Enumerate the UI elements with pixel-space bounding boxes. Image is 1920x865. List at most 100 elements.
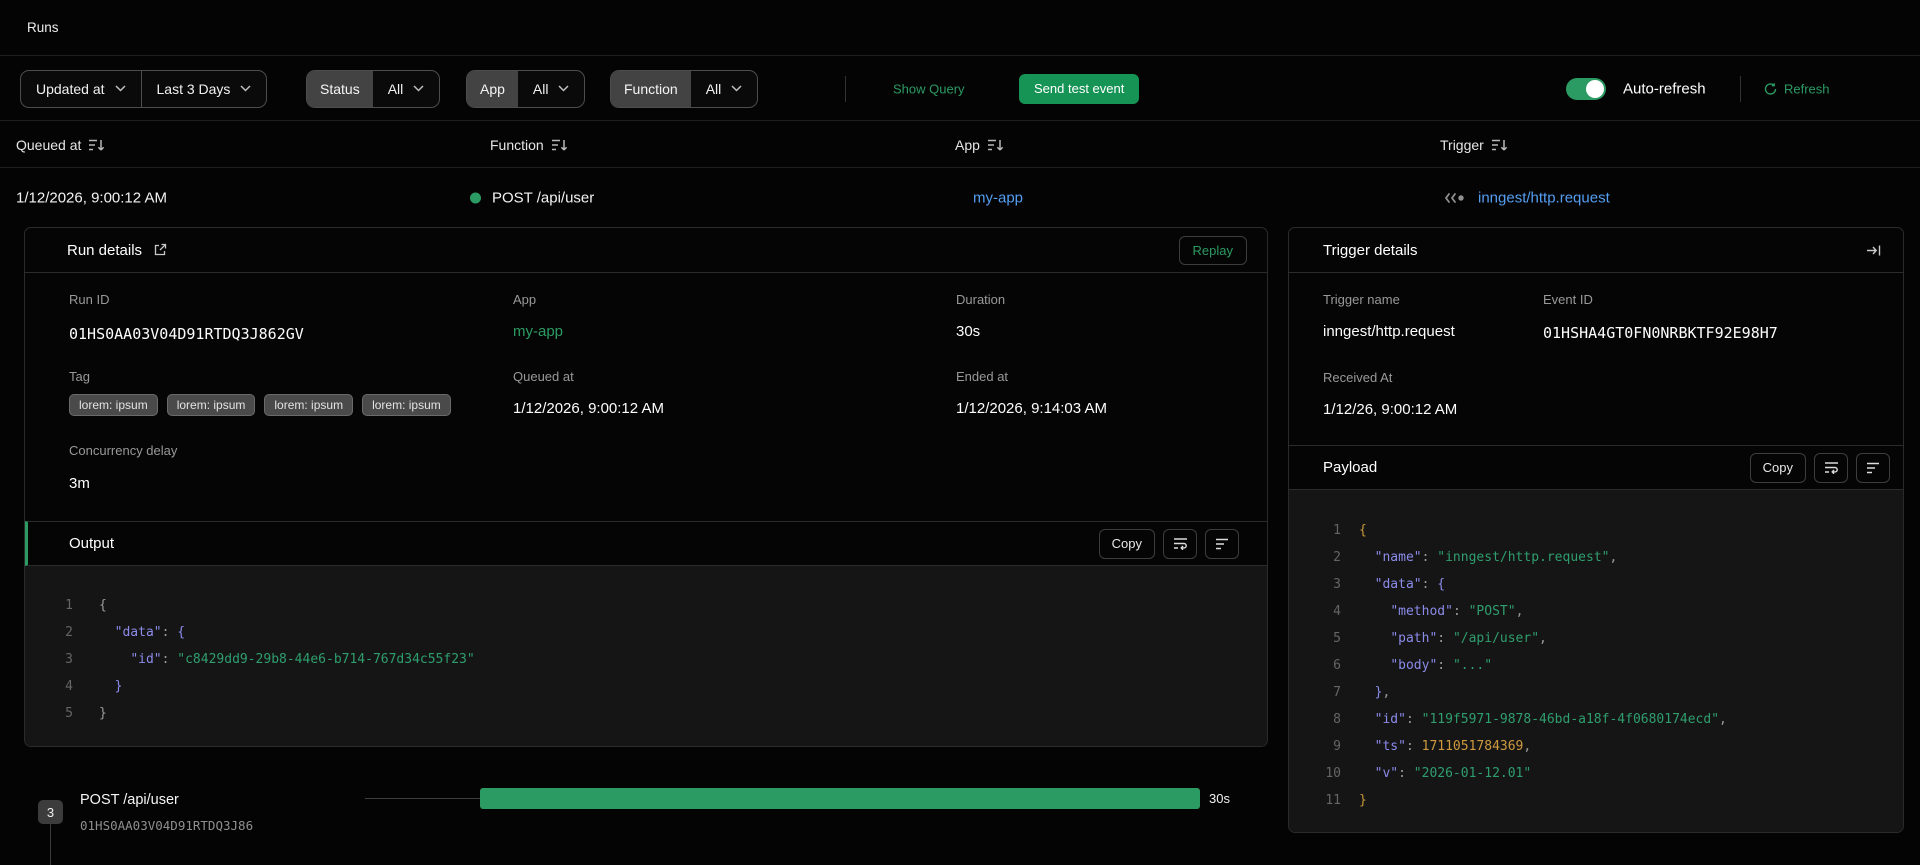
- show-query-link[interactable]: Show Query: [893, 81, 965, 96]
- tag-chip: lorem: ipsum: [69, 394, 158, 416]
- duration-label: Duration: [956, 292, 1006, 307]
- row-function-name: POST /api/user: [492, 189, 595, 207]
- timeline-duration-bar[interactable]: [480, 788, 1200, 809]
- copy-output-button[interactable]: Copy: [1098, 528, 1155, 559]
- send-test-event-button[interactable]: Send test event: [1019, 73, 1140, 104]
- column-label: Trigger: [1440, 136, 1484, 153]
- code-line: 3 "id": "c8429dd9-29b8-44e6-b714-767d34c…: [65, 652, 475, 667]
- divider: [845, 75, 846, 102]
- code-line: 10 "v": "2026-01-12.01": [1325, 766, 1532, 781]
- chevron-down-icon: [558, 85, 570, 92]
- sort-icon: [88, 138, 105, 152]
- duration-value: 30s: [956, 323, 981, 340]
- trigger-details-title: Trigger details: [1323, 241, 1418, 259]
- function-filter-label: Function: [611, 70, 691, 107]
- column-label: App: [955, 136, 980, 153]
- function-filter-value: All: [705, 80, 722, 97]
- chevron-down-icon: [413, 85, 424, 92]
- code-line: 8 "id": "119f5971-9878-46bd-a18f-4f06801…: [1333, 712, 1727, 727]
- sort-time-filter: Updated at Last 3 Days: [20, 69, 268, 108]
- word-wrap-icon[interactable]: [1163, 528, 1197, 559]
- ended-at-label: Ended at: [956, 369, 1009, 384]
- refresh-label: Refresh: [1784, 81, 1830, 96]
- status-filter-dropdown[interactable]: All: [373, 71, 440, 107]
- queued-at-value: 1/12/2026, 9:00:12 AM: [513, 400, 664, 417]
- code-line: 1{: [65, 598, 107, 613]
- function-filter-dropdown[interactable]: All: [691, 71, 758, 107]
- align-lines-icon[interactable]: [1856, 452, 1890, 483]
- sort-field-dropdown[interactable]: Updated at: [21, 71, 140, 107]
- status-filter[interactable]: Status All: [306, 69, 441, 108]
- replay-button[interactable]: Replay: [1178, 235, 1247, 265]
- app-label: App: [513, 292, 537, 307]
- row-queued-at: 1/12/2026, 9:00:12 AM: [16, 189, 167, 207]
- code-line: 9 "ts": 1711051784369,: [1333, 739, 1532, 754]
- run-details-header: Run details Replay: [25, 228, 1267, 273]
- auto-refresh-toggle[interactable]: [1566, 77, 1606, 100]
- output-section-header: Output Copy: [25, 521, 1267, 566]
- copy-payload-button[interactable]: Copy: [1749, 452, 1806, 483]
- timeline-duration-label: 30s: [1209, 791, 1230, 806]
- auto-refresh-label: Auto-refresh: [1623, 80, 1706, 97]
- column-header-trigger[interactable]: Trigger: [1440, 137, 1508, 153]
- filter-bar: Updated at Last 3 Days Status All App Al…: [0, 57, 1920, 121]
- output-actions: Copy: [1098, 528, 1239, 559]
- code-line: 7 },: [1333, 685, 1391, 700]
- chevron-down-icon: [240, 85, 251, 92]
- divider: [1740, 75, 1741, 102]
- time-range-dropdown[interactable]: Last 3 Days: [142, 71, 267, 107]
- row-app-link[interactable]: my-app: [973, 190, 1023, 207]
- runs-table-header: Queued at Function App Trigger: [0, 122, 1920, 168]
- concurrency-delay-value: 3m: [69, 475, 90, 492]
- tag-chip: lorem: ipsum: [166, 394, 256, 416]
- trigger-name-label: Trigger name: [1323, 292, 1400, 307]
- code-line: 3 "data": {: [1333, 577, 1446, 592]
- tag-label: Tag: [69, 369, 90, 384]
- refresh-button[interactable]: Refresh: [1764, 81, 1830, 96]
- received-at-label: Received At: [1323, 370, 1393, 385]
- code-line: 5}: [65, 706, 107, 721]
- chevron-down-icon: [114, 85, 126, 92]
- align-lines-icon[interactable]: [1205, 528, 1239, 559]
- payload-actions: Copy: [1749, 452, 1890, 483]
- row-trigger-link[interactable]: inngest/http.request: [1478, 190, 1610, 207]
- output-title: Output: [69, 535, 115, 552]
- timeline-lead-line: [365, 798, 480, 799]
- app-filter-value: All: [532, 80, 549, 97]
- function-filter[interactable]: Function All: [610, 69, 759, 108]
- run-id-label: Run ID: [69, 292, 110, 307]
- payload-code: 1{2 "name": "inngest/http.request", 3 "da…: [1289, 490, 1903, 832]
- app-link[interactable]: my-app: [513, 323, 563, 340]
- timeline-connector-line: [50, 824, 51, 865]
- runs-table-row[interactable]: 1/12/2026, 9:00:12 AM POST /api/user my-…: [0, 169, 1920, 227]
- toggle-knob: [1586, 79, 1604, 98]
- code-line: 6 "body": "...": [1333, 658, 1493, 673]
- tag-chip: lorem: ipsum: [264, 394, 354, 416]
- column-header-app[interactable]: App: [955, 137, 1004, 153]
- page-title: Runs: [27, 20, 59, 35]
- app-filter-dropdown[interactable]: All: [518, 71, 585, 107]
- column-header-queued-at[interactable]: Queued at: [16, 137, 105, 153]
- output-code: 1{2 "data": {3 "id": "c8429dd9-29b8-44e6…: [25, 566, 1267, 746]
- concurrency-delay-label: Concurrency delay: [69, 443, 178, 458]
- tag-chip: lorem: ipsum: [362, 394, 451, 416]
- column-header-function[interactable]: Function: [490, 137, 568, 153]
- sort-icon: [987, 138, 1004, 152]
- word-wrap-icon[interactable]: [1814, 452, 1848, 483]
- event-trigger-icon: [1443, 192, 1467, 205]
- collapse-panel-icon[interactable]: [1866, 244, 1881, 257]
- sort-icon: [1491, 138, 1508, 152]
- status-filter-value: All: [387, 80, 404, 97]
- code-line: 2 "name": "inngest/http.request",: [1333, 550, 1618, 565]
- column-label: Queued at: [16, 136, 82, 153]
- status-filter-label: Status: [307, 70, 373, 107]
- event-id-value: 01HSHA4GT0FN0NRBKTF92E98H7: [1543, 324, 1778, 342]
- refresh-icon: [1764, 82, 1777, 95]
- sort-icon: [551, 138, 568, 152]
- top-bar: Runs: [0, 0, 1920, 56]
- time-range-value: Last 3 Days: [156, 80, 231, 97]
- run-details-panel: Run details Replay Run ID 01HS0AA03V04D9…: [24, 227, 1268, 747]
- app-filter[interactable]: App All: [466, 69, 586, 108]
- open-external-icon[interactable]: [153, 243, 167, 257]
- trigger-details-header: Trigger details: [1289, 228, 1903, 273]
